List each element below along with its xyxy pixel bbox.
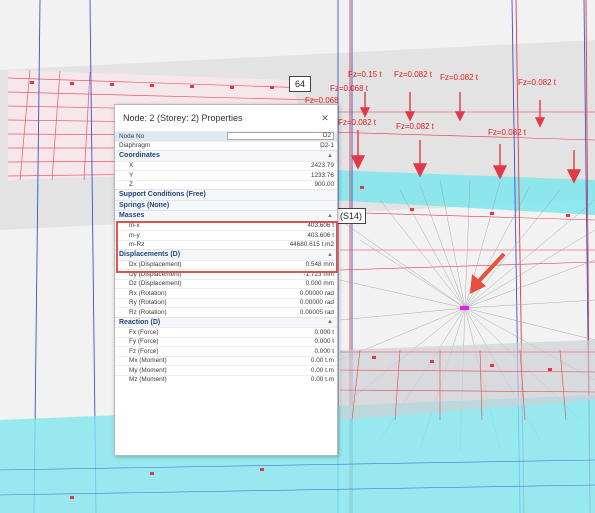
section-title: Displacements (D) [119,251,181,259]
property-value: 0.00 t.m [310,357,334,365]
section-title: Reaction (D) [119,318,161,326]
selected-node-marker[interactable] [460,306,469,310]
property-row[interactable]: Dy (Displacement) -1.723 mm [115,269,337,279]
property-value: 0.000 t [314,338,334,346]
property-row[interactable]: Mz (Moment) 0.00 t.m [115,374,337,385]
property-value: 0.000 mm [305,280,334,288]
property-label: Y [129,171,134,179]
node-no-field[interactable]: D2 [227,132,334,141]
chevron-up-icon[interactable]: ▲ [327,213,333,219]
property-row[interactable]: Z 900.00 [115,179,337,190]
property-value: 0.00 t.m [310,376,334,384]
load-label: Fz=0.15 t [348,70,382,79]
property-label: Diaphragm [119,142,151,150]
property-value: 44680.615 t.m2 [289,241,334,249]
section-header[interactable]: Reaction (D) ▲ [115,316,337,327]
property-label: Fy (Force) [129,338,159,346]
property-label: Dz (Displacement) [129,280,182,288]
property-row[interactable]: Fz (Force) 0.000 t [115,346,337,356]
property-value: 900.00 [314,181,334,189]
property-value: 0.00 t.m [310,366,334,374]
load-label: Fz=0.082 t [440,73,479,82]
property-label: m-x [129,222,140,230]
node-number-tag[interactable]: 64 [289,76,311,92]
property-value: 0.548 mm [305,261,334,269]
node-properties-panel: Node: 2 (Storey: 2) Properties ✕ Node No… [114,104,338,456]
property-row[interactable]: Rx (Rotation) 0.00000 rad [115,288,337,298]
property-row[interactable]: Ry (Rotation) 0.00000 rad [115,297,337,308]
property-label: My (Moment) [129,366,167,374]
property-label: Node No [119,132,145,140]
load-label: Fz=0.082 t [394,70,433,79]
section-header[interactable]: Support Conditions (Free) [115,189,337,200]
property-value: D2-1 [320,142,334,150]
property-label: Mz (Moment) [129,376,167,384]
load-label: Fz=0.082 t [518,78,557,87]
load-label: Fz=0.082 t [396,122,435,131]
property-row[interactable]: Node No D2 [115,131,337,141]
section-header[interactable]: Masses ▲ [115,210,337,221]
load-label: Fz=0.068 t [330,84,369,93]
section-title: Support Conditions (Free) [119,191,206,199]
property-value: 0.00000 rad [299,299,334,307]
property-value: 0.000 t [314,347,334,355]
property-row[interactable]: m-Rz 44680.615 t.m2 [115,239,337,250]
property-row[interactable]: Dz (Displacement) 0.000 mm [115,278,337,289]
property-label: Rx (Rotation) [129,289,167,297]
property-row[interactable]: Diaphragm D2-1 [115,140,337,151]
section-tag[interactable]: (S14) [336,208,366,224]
property-label: Dx (Displacement) [129,261,182,269]
property-label: Ry (Rotation) [129,299,167,307]
properties-grid: Node No D2 Diaphragm D2-1 Coordinates ▲ X 2423.… [115,131,337,384]
property-label: Dy (Displacement) [129,270,182,278]
property-row[interactable]: Dx (Displacement) 0.548 mm [115,259,337,270]
property-row[interactable]: My (Moment) 0.00 t.m [115,365,337,375]
property-label: Z [129,181,133,189]
property-label: X [129,162,134,170]
property-value: 0.00000 rad [299,289,334,297]
model-viewport[interactable]: Fz=0.15 t Fz=0.082 t Fz=0.082 t Fz=0.082… [0,0,595,513]
property-label: Mx (Moment) [129,357,167,365]
panel-title: Node: 2 (Storey: 2) Properties [123,113,243,123]
property-row[interactable]: Fx (Force) 0.000 t [115,327,337,337]
property-row[interactable]: m-y 403.606 t [115,230,337,240]
property-row[interactable]: Rz (Rotation) 0.00005 rad [115,307,337,317]
property-value: 0.00005 rad [299,308,334,316]
property-label: Rz (Rotation) [129,308,167,316]
property-label: Fx (Force) [129,328,159,336]
panel-header: Node: 2 (Storey: 2) Properties ✕ [115,105,337,131]
chevron-up-icon[interactable]: ▲ [327,319,333,325]
property-row[interactable]: m-x 403.606 t [115,220,337,231]
property-row[interactable]: Fy (Force) 0.000 t [115,336,337,347]
property-value: 403.606 t [307,231,334,239]
property-value: 2423.79 [310,162,334,170]
property-row[interactable]: Mx (Moment) 0.00 t.m [115,355,337,366]
load-label: Fz=0.082 t [338,118,377,127]
chevron-up-icon[interactable]: ▲ [327,153,333,159]
property-row[interactable]: X 2423.79 [115,160,337,171]
section-header[interactable]: Springs (None) [115,199,337,210]
chevron-up-icon[interactable]: ▲ [327,252,333,258]
property-row[interactable]: Y 1233.76 [115,170,337,180]
property-label: m-Rz [129,241,145,249]
section-header[interactable]: Displacements (D) ▲ [115,249,337,260]
property-value: 0.000 t [314,328,334,336]
property-label: Fz (Force) [129,347,159,355]
property-value: -1.723 mm [303,270,334,278]
section-header[interactable]: Coordinates ▲ [115,150,337,161]
property-value: 1233.76 [310,171,334,179]
property-label: m-y [129,231,140,239]
section-title: Coordinates [119,152,160,160]
section-title: Springs (None) [119,201,170,209]
property-value: 403.606 t [307,222,334,230]
load-label: Fz=0.082 t [488,128,527,137]
section-title: Masses [119,212,145,220]
close-icon[interactable]: ✕ [319,113,331,124]
